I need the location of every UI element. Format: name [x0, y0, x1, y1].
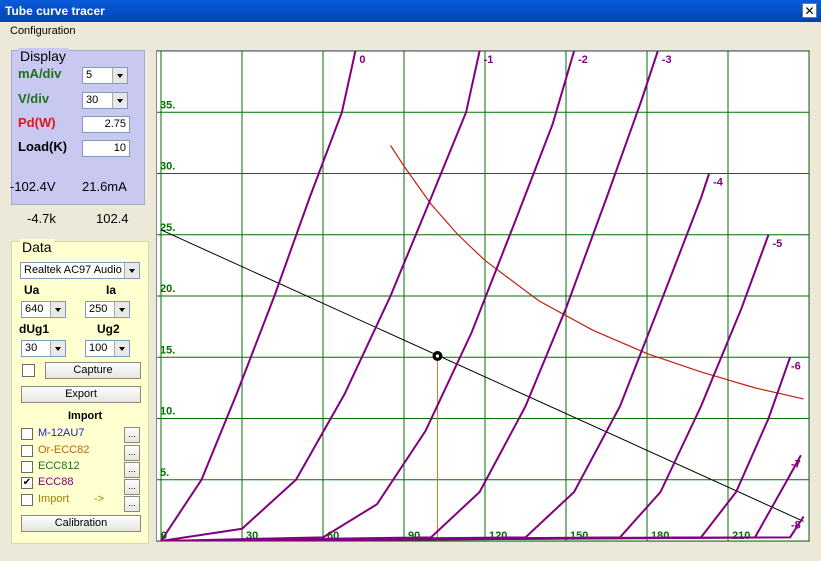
curve-series: [160, 454, 802, 541]
curve-label: -7: [791, 458, 801, 470]
import-checkbox-m12au7[interactable]: [21, 428, 33, 440]
y-tick-label: 35.: [160, 99, 175, 111]
x-tick-label: 210: [732, 530, 750, 541]
curve-label: -2: [578, 54, 588, 66]
window-title: Tube curve tracer: [5, 4, 105, 18]
load-label: Load(K): [18, 139, 68, 154]
import-item-ecc812: ECC812: [38, 460, 80, 472]
ua-value: 640: [25, 303, 44, 315]
ia-label: Ia: [106, 283, 117, 297]
dug1-value: 30: [25, 342, 38, 354]
ma-div-select[interactable]: 5: [82, 67, 128, 84]
import-item-custom: Import: [38, 493, 70, 505]
data-header: Data: [20, 239, 54, 255]
curve-label: -5: [773, 238, 783, 250]
device-value: Realtek AC97 Audio: [24, 264, 122, 276]
load-input[interactable]: 10: [82, 140, 130, 157]
calibration-button[interactable]: Calibration: [21, 515, 141, 532]
curve-label: -4: [713, 177, 724, 189]
y-tick-label: 5.: [160, 467, 169, 479]
dug1-select[interactable]: 30: [21, 340, 66, 357]
device-select[interactable]: Realtek AC97 Audio: [20, 262, 140, 279]
y-tick-label: 15.: [160, 344, 175, 356]
chevron-down-icon[interactable]: [112, 93, 127, 108]
chevron-down-icon[interactable]: [50, 341, 65, 356]
chevron-down-icon[interactable]: [114, 302, 129, 317]
operating-point-center: [435, 354, 440, 358]
y-tick-label: 20.: [160, 283, 175, 295]
chevron-down-icon[interactable]: [112, 68, 127, 83]
browse-button-custom[interactable]: ...: [124, 496, 140, 512]
curve-label: -3: [662, 54, 672, 66]
chevron-down-icon[interactable]: [114, 341, 129, 356]
dug1-label: dUg1: [19, 322, 49, 336]
ug2-label: Ug2: [97, 322, 120, 336]
chevron-down-icon[interactable]: [50, 302, 65, 317]
capture-checkbox[interactable]: [22, 364, 35, 377]
browse-button-m12au7[interactable]: ...: [124, 427, 140, 443]
current-readout: 21.6mA: [82, 179, 127, 194]
close-button[interactable]: ✕: [802, 3, 817, 18]
pd-input[interactable]: 2.75: [82, 116, 130, 133]
import-item-ecc88: ECC88: [38, 476, 74, 488]
close-icon: ✕: [804, 4, 815, 18]
pd-label: Pd(W): [18, 115, 56, 130]
import-arrow: ->: [94, 493, 105, 505]
v-div-label: V/div: [18, 91, 50, 106]
ug2-value: 100: [89, 342, 108, 354]
v-div-value: 30: [86, 94, 99, 106]
dissipation-curve: [389, 144, 804, 400]
import-item-orecc82: Or-ECC82: [38, 444, 90, 456]
ua-label: Ua: [24, 283, 40, 297]
menu-bar: Configuration: [0, 22, 821, 40]
control-panel: Display mA/div 5 V/div 30 Pd(W) 2.75 Loa…: [0, 40, 156, 561]
x-tick-label: 180: [651, 530, 669, 541]
load-line: [160, 229, 804, 522]
import-checkbox-orecc82[interactable]: [21, 445, 33, 457]
menu-configuration[interactable]: Configuration: [10, 25, 75, 37]
ia-select[interactable]: 250: [85, 301, 130, 318]
import-checkbox-ecc88[interactable]: ✔: [21, 477, 33, 489]
display-header: Display: [18, 48, 68, 64]
curve-plot[interactable]: 0 30 60 90 120 150 180 210 5. 10. 15. 20. 25. 30. 35. 0…: [156, 50, 810, 542]
import-item-m12au7: M-12AU7: [38, 427, 85, 439]
export-button[interactable]: Export: [21, 386, 141, 403]
curve-label: -6: [791, 360, 801, 372]
curve-label: 0: [359, 54, 365, 66]
curve-label: -8: [791, 520, 801, 532]
import-header: Import: [68, 410, 103, 422]
chevron-down-icon[interactable]: [124, 263, 139, 278]
browse-button-ecc812[interactable]: ...: [124, 462, 140, 478]
ia-value: 250: [89, 303, 108, 315]
browse-button-orecc82[interactable]: ...: [124, 445, 140, 461]
voltage-readout: -102.4V: [10, 179, 56, 194]
resistance-readout: -4.7k: [27, 211, 56, 226]
v-div-select[interactable]: 30: [82, 92, 128, 109]
title-bar: Tube curve tracer ✕: [0, 0, 821, 22]
curve-label: -1: [484, 54, 494, 66]
ma-div-label: mA/div: [18, 66, 62, 81]
curve-series: [160, 356, 792, 541]
ma-div-value: 5: [86, 69, 93, 81]
curve-series: [160, 234, 770, 541]
import-checkbox-ecc812[interactable]: [21, 461, 33, 473]
y-tick-label: 10.: [160, 406, 175, 418]
ua-select[interactable]: 640: [21, 301, 66, 318]
y-tick-label: 30.: [160, 161, 175, 173]
data-group: Data Realtek AC97 Audio Ua Ia 640 250 dU…: [11, 239, 149, 544]
ug2-select[interactable]: 100: [85, 340, 130, 357]
y-tick-label: 25.: [160, 222, 175, 234]
checkmark-icon: ✔: [22, 477, 32, 488]
import-checkbox-custom[interactable]: [21, 494, 33, 506]
browse-button-ecc88[interactable]: ...: [124, 479, 140, 495]
capture-button[interactable]: Capture: [45, 362, 141, 379]
plot-canvas[interactable]: 0 30 60 90 120 150 180 2105.10.15.20.25.30.35.0…: [157, 51, 809, 541]
value-readout: 102.4: [96, 211, 129, 226]
